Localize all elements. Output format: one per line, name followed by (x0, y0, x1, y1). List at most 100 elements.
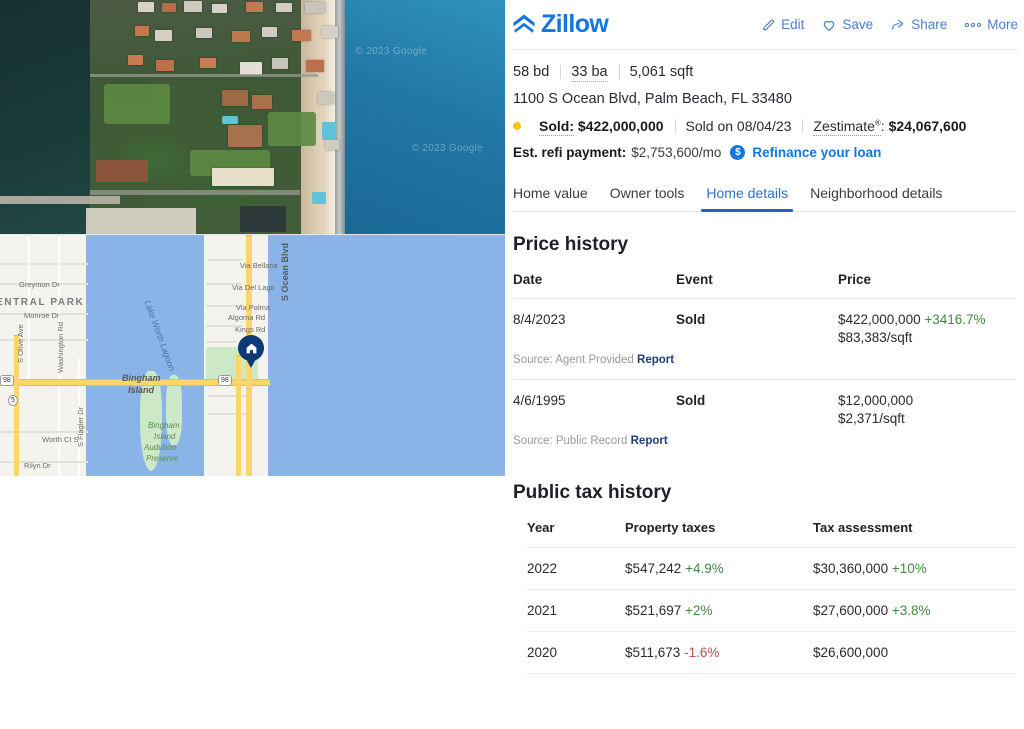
report-link[interactable]: Report (637, 354, 674, 366)
aerial-building (252, 95, 272, 109)
ph-event: Sold (676, 298, 838, 348)
aerial-pool (222, 116, 238, 124)
aerial-ocean-water (345, 0, 505, 234)
bed-bath-sqft-row: 58 bd 33 ba 5,061 sqft (513, 64, 1016, 82)
map-street (208, 259, 242, 261)
aerial-building (135, 26, 149, 36)
tax-assessment: $26,600,000 (813, 645, 889, 660)
price-history-section: Price history Date Event Price 8/4/2023 … (505, 234, 1024, 460)
aerial-lawn (104, 84, 170, 124)
property-detail-panel: Zillow Edit Save Share More 58 bd 33 ba … (505, 0, 1024, 729)
aerial-building (128, 55, 143, 65)
refi-row: Est. refi payment: $2,753,600/mo $ Refin… (513, 145, 1016, 160)
save-button[interactable]: Save (821, 17, 873, 33)
aerial-building (272, 58, 288, 69)
sold-price: $422,000,000 (577, 118, 664, 134)
ph-per-sqft: $2,371/sqft (838, 411, 905, 426)
tax-assessment: $27,600,000 (813, 603, 889, 618)
refi-label: Est. refi payment: (513, 145, 627, 160)
map-label: Via Palma (236, 303, 271, 312)
edit-label: Edit (781, 17, 805, 32)
map-label: Kings Rd (235, 325, 266, 334)
aerial-satellite-photo[interactable]: © 2023 Google © 2023 Google (0, 0, 505, 234)
tax-assessment-change: +3.8% (891, 603, 931, 618)
sold-label: Sold: (539, 118, 574, 136)
report-link[interactable]: Report (631, 435, 668, 447)
tax-year: 2022 (527, 547, 625, 590)
refinance-link[interactable]: Refinance your loan (752, 145, 881, 160)
map-street (208, 413, 248, 415)
tab-home-value[interactable]: Home value (513, 185, 599, 211)
map-label-central-park: ENTRAL PARK (0, 297, 85, 308)
source-row: Source: Agent Provided Report (513, 348, 1016, 380)
sold-status: Sold: $422,000,000 (528, 118, 675, 136)
tax-property-change: -1.6% (684, 645, 720, 660)
ph-event: Sold (676, 379, 838, 429)
ph-date: 8/4/2023 (513, 298, 676, 348)
property-facts: 58 bd 33 ba 5,061 sqft 1100 S Ocean Blvd… (505, 50, 1024, 160)
zillow-wordmark: Zillow (541, 10, 609, 38)
zestimate-value: $24,067,600 (888, 118, 967, 134)
tax-assessment-cell: $27,600,000 +3.8% (813, 589, 1016, 632)
tab-owner-tools[interactable]: Owner tools (599, 185, 696, 211)
map-street (208, 395, 248, 397)
street-map[interactable]: 98 98 5 Greymon Dr ENTRAL PARK Monroe Dr… (0, 234, 505, 476)
aerial-building (292, 30, 311, 41)
refi-value: $2,753,600/mo (631, 145, 722, 160)
map-label: Algoma Rd (228, 313, 266, 322)
ph-price: $12,000,000 (838, 393, 914, 408)
tax-assessment: $30,360,000 (813, 561, 889, 576)
map-label-preserve: Bingham (148, 421, 180, 430)
edit-button[interactable]: Edit (761, 17, 804, 32)
aerial-lawn (268, 112, 316, 146)
map-street (206, 341, 236, 343)
status-row: Sold: $422,000,000 Sold on 08/04/23 Zest… (513, 118, 1016, 136)
ph-col-price: Price (838, 272, 872, 287)
aerial-pool (322, 122, 336, 140)
tax-property-taxes: $521,697 (625, 603, 682, 618)
source-row: Source: Public Record Report (513, 429, 1016, 460)
tax-property-taxes-cell: $511,673 -1.6% (625, 631, 813, 674)
map-label-preserve: Island (154, 432, 176, 441)
zillow-logo[interactable]: Zillow (511, 10, 609, 39)
tax-table-end (527, 673, 1016, 675)
tax-col-year: Year (527, 520, 555, 535)
table-row[interactable]: 8/4/2023 Sold $422,000,000 +3416.7% $83,… (513, 298, 1016, 348)
table-row[interactable]: 2022 $547,242 +4.9% $30,360,000 +10% (527, 547, 1016, 590)
tax-year: 2020 (527, 631, 625, 674)
ph-change: +3416.7% (924, 312, 986, 327)
aerial-building (246, 2, 263, 12)
zillow-house-icon (513, 13, 535, 33)
aerial-building (184, 1, 202, 12)
source-cell: Source: Public Record Report (513, 429, 1016, 460)
more-button[interactable]: More (964, 17, 1018, 32)
tab-neighborhood-details[interactable]: Neighborhood details (799, 185, 953, 211)
map-atlantic-ocean (268, 235, 505, 476)
home-marker-pin[interactable] (238, 335, 264, 368)
aerial-pool (312, 192, 326, 204)
aerial-building (162, 3, 176, 12)
tax-table-wrap: Year Property taxes Tax assessment 2022 … (513, 520, 1016, 675)
media-column: © 2023 Google © 2023 Google 98 98 5 Grey… (0, 0, 505, 729)
tax-property-taxes: $511,673 (625, 645, 681, 660)
site-header: Zillow Edit Save Share More (505, 0, 1024, 49)
tax-property-taxes: $547,242 (625, 561, 682, 576)
table-row[interactable]: 2021 $521,697 +2% $27,600,000 +3.8% (527, 589, 1016, 632)
map-street (0, 263, 88, 265)
tax-assessment-change: +10% (891, 561, 927, 576)
aerial-building (212, 4, 227, 13)
map-label: Washington Rd (56, 322, 65, 373)
map-label: Monroe Dr (24, 311, 60, 320)
price-history-table: Date Event Price 8/4/2023 Sold $422,000,… (513, 272, 1016, 460)
table-row[interactable]: 4/6/1995 Sold $12,000,000 $2,371/sqft (513, 379, 1016, 429)
zillow-property-page: © 2023 Google © 2023 Google 98 98 5 Grey… (0, 0, 1024, 729)
share-button[interactable]: Share (890, 17, 947, 33)
map-shield-5: 5 (8, 395, 18, 406)
map-label: S Olive Ave (16, 324, 25, 363)
zestimate[interactable]: Zestimate®: $24,067,600 (802, 118, 977, 136)
table-row[interactable]: 2020 $511,673 -1.6% $26,600,000 (527, 631, 1016, 674)
map-label: Rilyn Dr (24, 461, 51, 470)
aerial-building (138, 2, 154, 12)
aerial-seawall (0, 196, 120, 204)
tab-home-details[interactable]: Home details (695, 185, 799, 212)
